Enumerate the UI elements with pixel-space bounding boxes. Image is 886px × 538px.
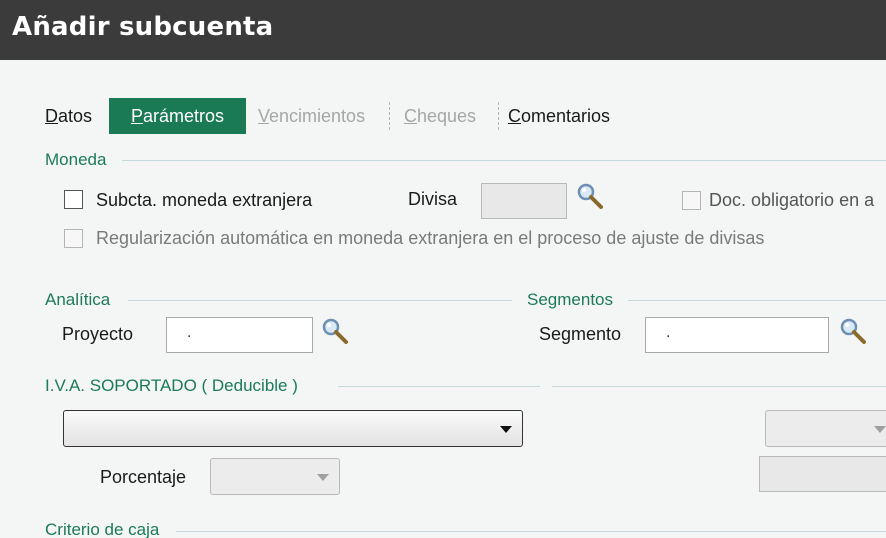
tab-parametros-label: arámetros — [143, 106, 225, 126]
section-divider — [552, 386, 886, 387]
regularizacion-label: Regularización automática en moneda extr… — [96, 228, 765, 248]
tab-vencimientos-label: encimientos — [269, 106, 366, 126]
subcta-moneda-extranjera-checkbox[interactable] — [64, 190, 83, 209]
porcentaje-select[interactable] — [210, 458, 340, 495]
tab-comentarios[interactable]: Comentarios — [508, 98, 610, 134]
tab-separator — [498, 102, 499, 130]
section-criterio-de-caja: Criterio de caja — [45, 520, 160, 538]
section-divider — [176, 531, 886, 532]
segmento-search-icon[interactable] — [838, 316, 868, 346]
doc-obligatorio-checkbox[interactable] — [682, 191, 701, 210]
section-moneda: Moneda — [45, 150, 107, 169]
chevron-down-icon — [317, 474, 329, 481]
tab-datos-label: atos — [58, 106, 93, 126]
tab-cheques-mnemonic: C — [404, 106, 417, 126]
chevron-down-icon — [874, 426, 886, 433]
section-divider — [122, 160, 886, 161]
section-iva-soportado: I.V.A. SOPORTADO ( Deducible ) — [45, 376, 298, 395]
proyecto-input[interactable]: . — [166, 317, 313, 353]
porcentaje-label: Porcentaje — [100, 467, 187, 487]
divisa-label: Divisa — [408, 189, 458, 209]
tab-separator — [389, 102, 390, 130]
tab-datos[interactable]: Datos — [45, 98, 92, 134]
subcta-moneda-extranjera-label: Subcta. moneda extranjera — [96, 190, 313, 210]
iva-cuenta-select[interactable] — [765, 410, 886, 447]
iva-tipo-select[interactable] — [63, 410, 523, 447]
tab-datos-mnemonic: D — [45, 106, 58, 126]
section-divider — [128, 300, 512, 301]
tab-comentarios-mnemonic: C — [508, 106, 521, 126]
tab-cheques[interactable]: Cheques — [404, 98, 476, 134]
title-bar: Añadir subcuenta — [0, 0, 886, 60]
divisa-input[interactable] — [481, 183, 567, 219]
iva-importe-input[interactable] — [759, 456, 886, 492]
proyecto-label: Proyecto — [62, 324, 134, 344]
regularizacion-checkbox[interactable] — [64, 229, 83, 248]
segmento-label: Segmento — [539, 324, 622, 344]
window-title: Añadir subcuenta — [12, 12, 274, 42]
tab-parametros[interactable]: Parámetros — [109, 98, 247, 134]
section-segmentos: Segmentos — [527, 290, 613, 309]
doc-obligatorio-label: Doc. obligatorio en a — [709, 190, 875, 210]
tab-cheques-label: heques — [417, 106, 477, 126]
divisa-search-icon[interactable] — [575, 181, 605, 211]
section-divider — [628, 300, 886, 301]
proyecto-search-icon[interactable] — [320, 316, 350, 346]
tab-vencimientos-mnemonic: V — [258, 106, 270, 126]
tab-comentarios-label: omentarios — [521, 106, 611, 126]
chevron-down-icon — [500, 426, 512, 433]
tab-vencimientos[interactable]: Vencimientos — [258, 98, 365, 134]
segmento-input[interactable]: . — [645, 317, 829, 353]
tab-parametros-mnemonic: P — [131, 106, 144, 126]
section-divider — [338, 386, 540, 387]
section-analitica: Analítica — [45, 290, 111, 309]
